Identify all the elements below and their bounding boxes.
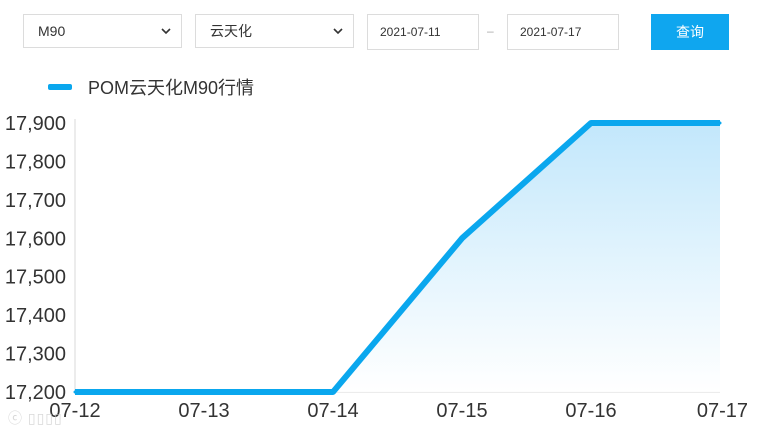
y-tick-label: 17,700 [5, 190, 66, 212]
x-tick-label: 07-14 [307, 400, 358, 422]
data-point [460, 236, 464, 240]
y-tick-label: 17,300 [5, 344, 66, 366]
price-chart: 17,20017,30017,40017,50017,60017,70017,8… [5, 113, 748, 422]
y-tick-label: 17,400 [5, 305, 66, 327]
y-tick-label: 17,900 [5, 113, 66, 135]
x-tick-label: 07-16 [565, 400, 616, 422]
data-point [331, 390, 335, 394]
y-tick-label: 17,800 [5, 151, 66, 173]
series-area [75, 123, 720, 392]
x-tick-label: 07-13 [178, 400, 229, 422]
data-point [202, 390, 206, 394]
y-tick-label: 17,500 [5, 267, 66, 289]
data-point [589, 121, 593, 125]
y-tick-label: 17,600 [5, 228, 66, 250]
x-tick-label: 07-17 [697, 400, 748, 422]
data-point [718, 121, 722, 125]
x-tick-label: 07-15 [436, 400, 487, 422]
watermark: ⓒ ▯▯▯▯ [8, 410, 63, 426]
data-point [73, 390, 77, 394]
